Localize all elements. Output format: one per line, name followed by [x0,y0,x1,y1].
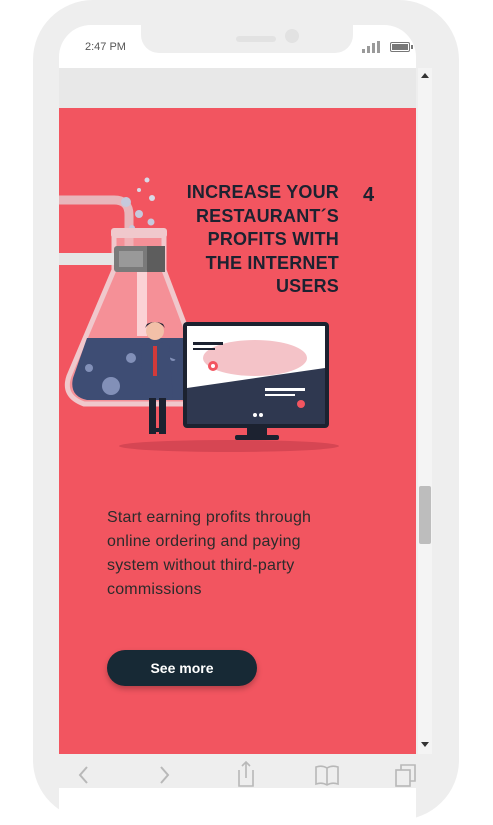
feature-headline: INCREASE YOUR RESTAURANT´S PROFITS WITH … [186,182,339,296]
status-time: 2:47 PM [85,41,126,53]
camera [285,29,299,43]
share-icon[interactable] [236,760,256,788]
scrollbar-track[interactable] [418,68,432,754]
tabs-icon[interactable] [394,762,418,788]
scroll-down-arrow-icon[interactable] [421,742,429,747]
see-more-button[interactable]: See more [107,650,257,686]
signal-icon [362,41,382,53]
page-top-strip [59,68,416,108]
scroll-up-arrow-icon[interactable] [421,73,429,78]
feature-description: Start earning profits through online ord… [107,509,312,598]
battery-icon [390,42,413,52]
forward-icon[interactable] [158,764,172,786]
bookmarks-icon[interactable] [314,764,340,786]
back-icon[interactable] [76,764,90,786]
scrollbar-thumb[interactable] [419,486,431,544]
step-number: 4 [363,184,375,206]
speaker [236,36,276,42]
